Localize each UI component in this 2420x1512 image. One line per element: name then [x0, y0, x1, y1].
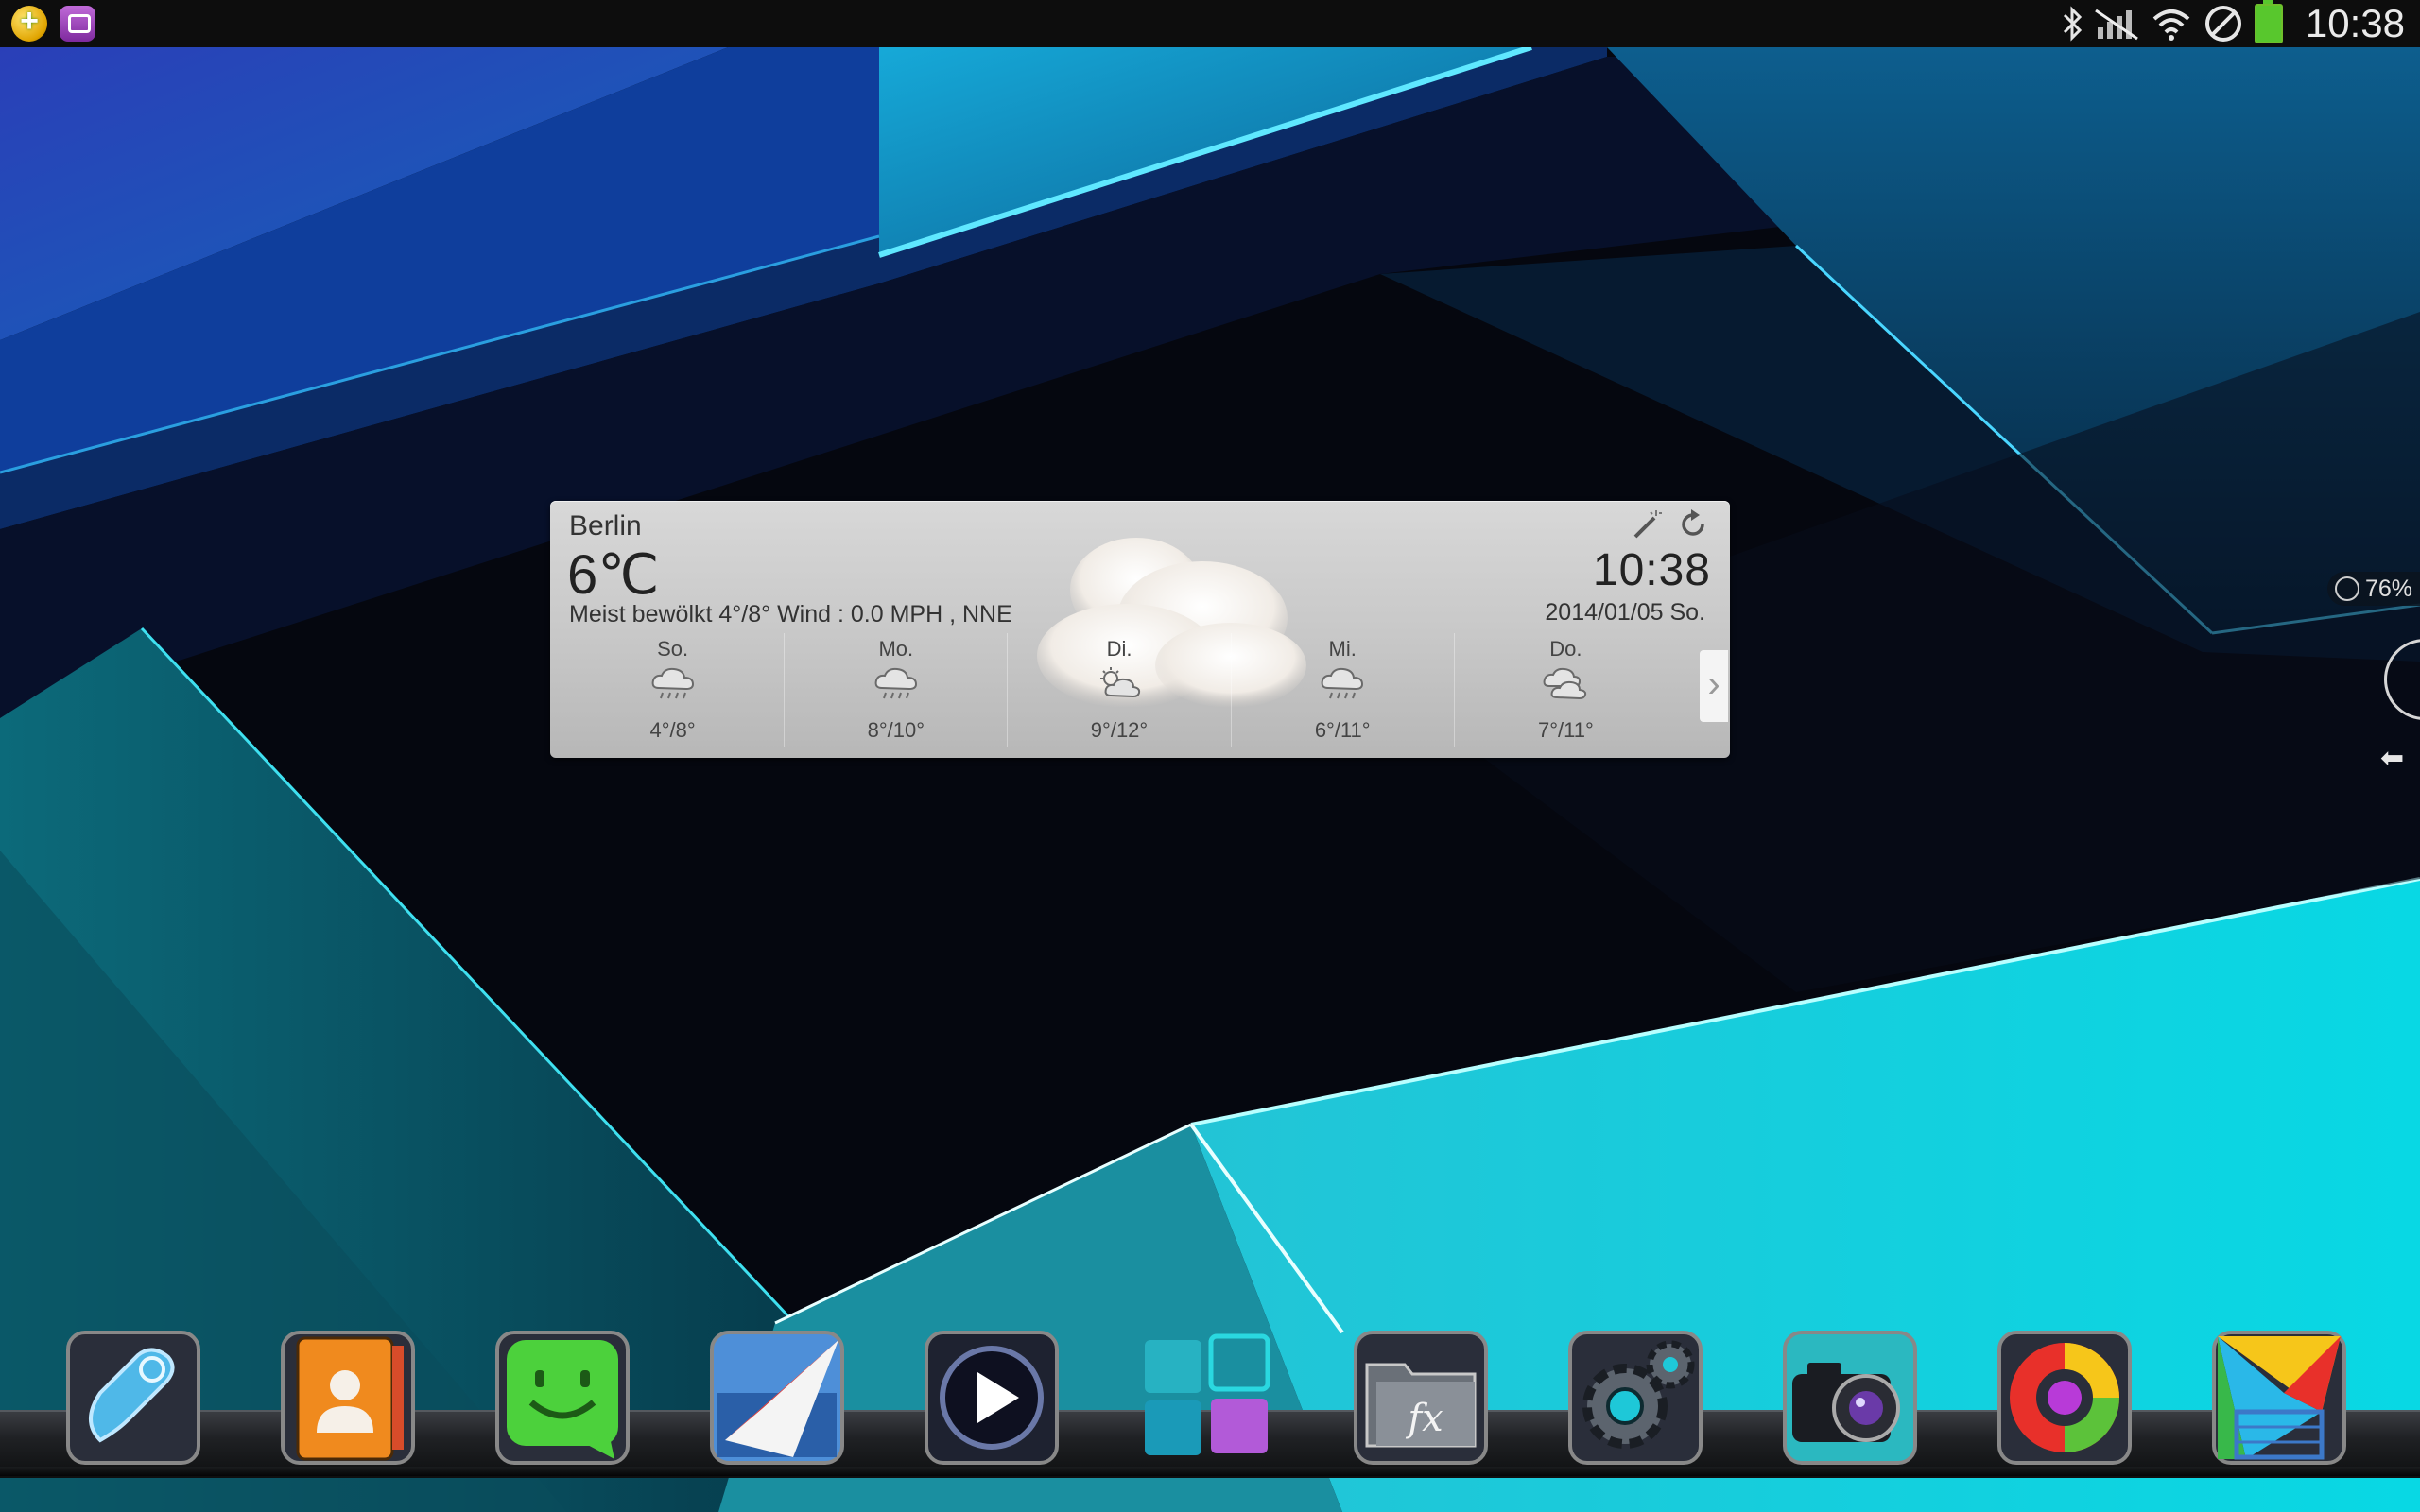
message-notification-icon[interactable]: [60, 6, 95, 42]
messaging-app-icon[interactable]: [492, 1327, 633, 1469]
forecast-next-button[interactable]: ›: [1700, 650, 1728, 722]
forecast-range: 7°/11°: [1538, 718, 1594, 742]
magic-wand-icon[interactable]: [1632, 508, 1664, 541]
weather-temperature: 6℃: [567, 544, 660, 606]
forecast-range: 9°/12°: [1090, 718, 1149, 742]
memory-icon: [2335, 576, 2360, 601]
wifi-icon: [2152, 9, 2190, 41]
forecast-row: So. 4°/8° Mo. 8°/10° Di. 9°/12° Mi. 6°/1…: [562, 633, 1677, 747]
bluetooth-icon: [2063, 6, 2083, 42]
video-player-app-icon[interactable]: [921, 1327, 1063, 1469]
signal-off-icon: [2095, 9, 2138, 41]
weather-clock: 10:38: [1592, 545, 1711, 595]
forecast-day[interactable]: Do. 7°/11°: [1455, 633, 1677, 747]
settings-app-icon[interactable]: [1564, 1327, 1706, 1469]
memory-badge[interactable]: 76%: [2327, 572, 2420, 606]
forecast-day-name: Mi.: [1328, 637, 1357, 661]
back-arrow-icon[interactable]: ⬅: [2380, 745, 2420, 773]
camera-app-icon[interactable]: [1779, 1327, 1921, 1469]
rain-cloud-icon: [651, 667, 694, 699]
cloud-icon: [1543, 667, 1587, 700]
weather-description: Meist bewölkt 4°/8° Wind : 0.0 MPH , NNE: [569, 601, 1012, 627]
weather-date: 2014/01/05 So.: [1545, 599, 1705, 626]
file-explorer-app-icon[interactable]: fx: [1350, 1327, 1492, 1469]
forecast-day[interactable]: So. 4°/8°: [562, 633, 786, 747]
forecast-day-name: Di.: [1106, 637, 1132, 661]
rain-cloud-icon: [874, 667, 917, 699]
dock: fx: [62, 1327, 2369, 1469]
status-indicators: [2062, 0, 2283, 43]
svg-text:fx: fx: [1405, 1397, 1443, 1440]
forecast-day[interactable]: Di. 9°/12°: [1008, 633, 1232, 747]
app-drawer-icon[interactable]: [1135, 1327, 1277, 1469]
add-notification-icon[interactable]: [11, 3, 47, 42]
sun-cloud-icon: [1100, 667, 1141, 698]
forecast-day-name: Do.: [1549, 637, 1582, 661]
forecast-range: 8°/10°: [867, 718, 925, 742]
forecast-range: 4°/8°: [649, 718, 696, 742]
battery-icon: [2255, 0, 2283, 43]
status-clock: 10:38: [2305, 1, 2405, 45]
forecast-day[interactable]: Mo. 8°/10°: [785, 633, 1009, 747]
weather-tools: [1632, 508, 1709, 541]
weather-widget[interactable]: Berlin 6℃ Meist bewölkt 4°/8° Wind : 0.0…: [550, 501, 1730, 758]
contacts-app-icon[interactable]: [277, 1327, 419, 1469]
forecast-day-name: Mo.: [878, 637, 914, 661]
forecast-day[interactable]: Mi. 6°/11°: [1232, 633, 1455, 747]
status-bar[interactable]: 10:38: [0, 0, 2420, 47]
weather-city: Berlin: [569, 510, 642, 541]
phone-app-icon[interactable]: [62, 1327, 204, 1469]
forecast-range: 6°/11°: [1314, 718, 1371, 742]
forecast-day-name: So.: [657, 637, 689, 661]
rain-cloud-icon: [1321, 667, 1364, 699]
blocked-icon: [2205, 6, 2241, 42]
browser-app-icon[interactable]: [1994, 1327, 2135, 1469]
email-app-icon[interactable]: [706, 1327, 848, 1469]
memory-percent: 76%: [2365, 576, 2413, 602]
play-store-app-icon[interactable]: [2208, 1327, 2350, 1469]
refresh-icon[interactable]: [1677, 508, 1709, 541]
